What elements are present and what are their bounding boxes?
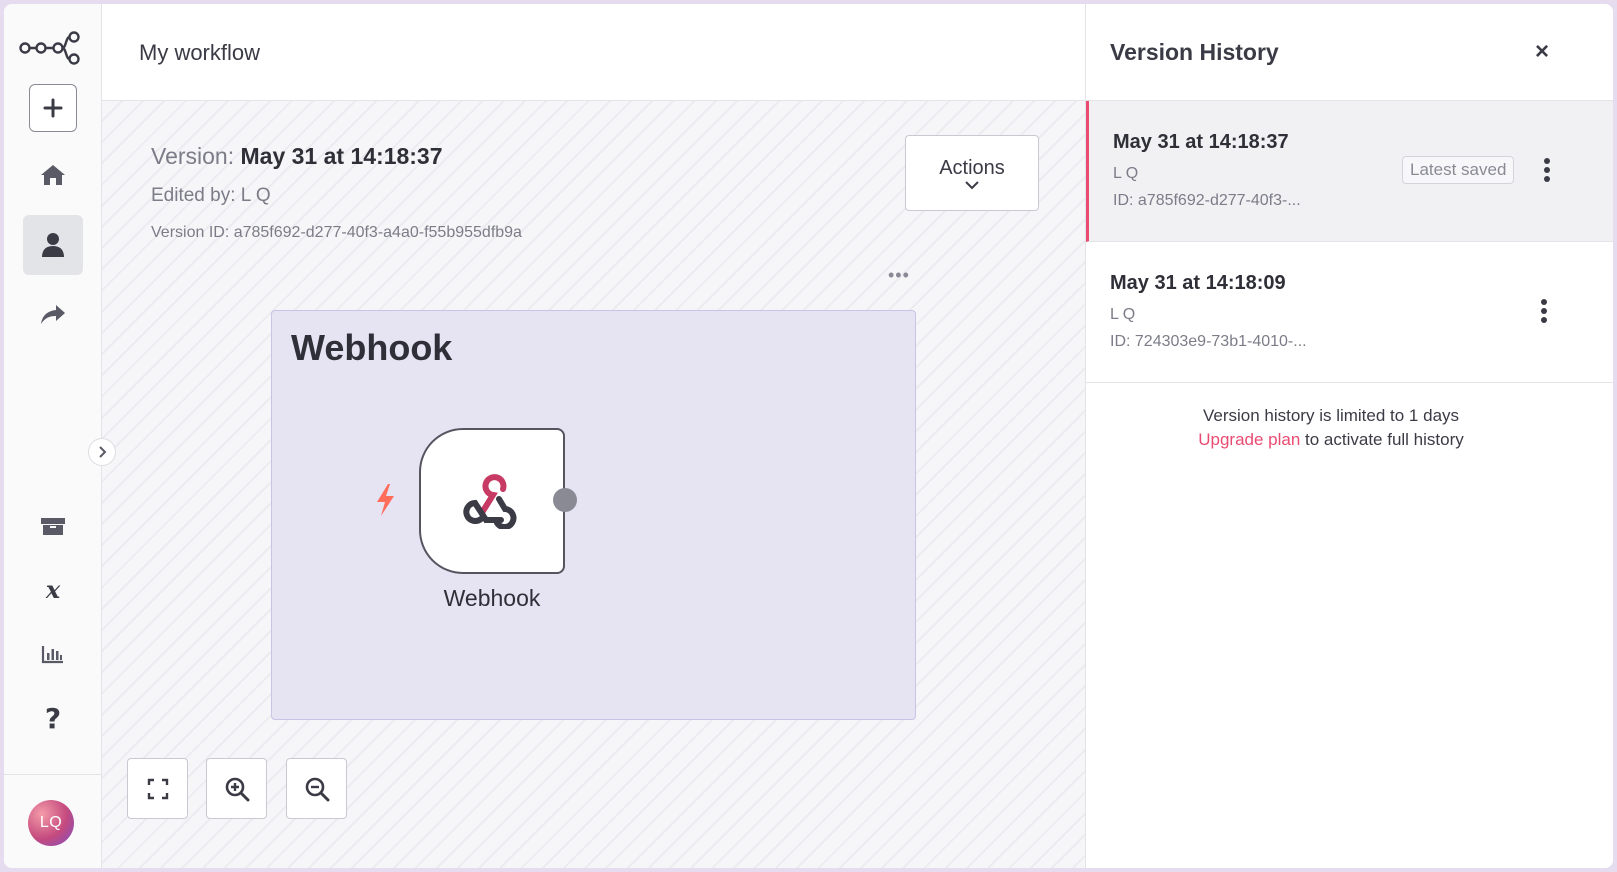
actions-dropdown-button[interactable]: Actions [905, 135, 1039, 211]
edited-by: Edited by: L Q [151, 185, 271, 206]
n8n-logo-icon[interactable] [18, 26, 88, 66]
share-arrow-icon [41, 305, 65, 324]
webhook-node-label: Webhook [443, 585, 541, 611]
panel-title: Version History [1110, 39, 1279, 65]
webhook-node[interactable] [419, 428, 565, 574]
version-date: May 31 at 14:18:09 [1110, 272, 1286, 294]
main-sidebar: x ? LQ [4, 4, 102, 868]
sidebar-collapse-button[interactable] [88, 438, 116, 466]
chevron-down-icon [965, 180, 979, 189]
more-vertical-icon[interactable] [1538, 297, 1550, 327]
help-button[interactable]: ? [23, 688, 83, 748]
version-author: L Q [1113, 165, 1139, 182]
workflow-canvas[interactable]: Version: May 31 at 14:18:37 Edited by: L… [102, 101, 1085, 868]
version-value: May 31 at 14:18:37 [240, 143, 443, 169]
home-icon [41, 165, 65, 185]
insights-button[interactable] [23, 624, 83, 684]
zoom-in-button[interactable] [206, 758, 267, 819]
avatar-initials: LQ [39, 814, 63, 831]
sticky-note[interactable]: Webhook Webhook [271, 310, 916, 720]
zoom-out-icon [305, 777, 329, 801]
version-history-panel: Version History × May 31 at 14:18:37 L Q… [1085, 4, 1613, 868]
user-avatar[interactable]: LQ [28, 800, 74, 846]
upgrade-plan-link[interactable]: Upgrade plan [1198, 430, 1300, 449]
overview-button[interactable] [23, 145, 83, 205]
workflow-title[interactable]: My workflow [139, 40, 260, 66]
version-id-short: ID: a785f692-d277-40f3-... [1113, 192, 1301, 209]
version-date: May 31 at 14:18:37 [1113, 131, 1289, 153]
version-id: Version ID: a785f692-d277-40f3-a4a0-f55b… [151, 224, 522, 241]
fit-view-icon [147, 778, 168, 799]
variable-x-icon: x [45, 578, 61, 602]
close-icon[interactable]: × [1530, 40, 1554, 64]
svg-text:x: x [45, 578, 61, 602]
version-label: Version: [151, 143, 235, 169]
version-item[interactable]: May 31 at 14:18:09 L Q ID: 724303e9-73b1… [1086, 242, 1613, 383]
bar-chart-icon [41, 646, 63, 664]
variables-button[interactable]: x [23, 560, 83, 620]
box-icon [41, 518, 65, 535]
panel-header: Version History × [1086, 4, 1613, 101]
shared-button[interactable] [23, 285, 83, 345]
sidebar-divider [4, 774, 102, 775]
history-limit-notice: Version history is limited to 1 days Upg… [1086, 404, 1576, 452]
add-button[interactable] [29, 84, 77, 132]
zoom-out-button[interactable] [286, 758, 347, 819]
sticky-note-title: Webhook [291, 327, 453, 368]
upgrade-suffix: to activate full history [1300, 430, 1464, 449]
node-output-handle[interactable] [553, 488, 577, 512]
webhook-icon [463, 474, 517, 529]
zoom-to-fit-button[interactable] [127, 758, 188, 819]
workflow-header: My workflow [102, 4, 1085, 101]
lightning-trigger-icon [374, 483, 396, 522]
svg-text:?: ? [45, 704, 61, 732]
upgrade-line: Upgrade plan to activate full history [1086, 428, 1576, 452]
version-info: Version: May 31 at 14:18:37 [151, 143, 443, 170]
personal-button[interactable] [23, 215, 83, 275]
actions-label: Actions [939, 156, 1005, 179]
chevron-right-icon [99, 446, 107, 458]
question-icon: ? [45, 704, 61, 732]
plus-icon [43, 98, 63, 118]
latest-saved-badge: Latest saved [1402, 156, 1515, 184]
user-icon [42, 233, 64, 257]
history-limit-text: Version history is limited to 1 days [1202, 406, 1460, 425]
version-author: L Q [1110, 306, 1136, 323]
sticky-note-menu[interactable]: ••• [888, 265, 910, 286]
zoom-in-icon [225, 777, 249, 801]
version-id-short: ID: 724303e9-73b1-4010-... [1110, 333, 1307, 350]
version-item[interactable]: May 31 at 14:18:37 L Q ID: a785f692-d277… [1086, 101, 1613, 242]
more-vertical-icon[interactable] [1541, 156, 1553, 186]
app-window: x ? LQ My workflow Version: May 31 at 14… [4, 4, 1613, 868]
templates-button[interactable] [23, 496, 83, 556]
